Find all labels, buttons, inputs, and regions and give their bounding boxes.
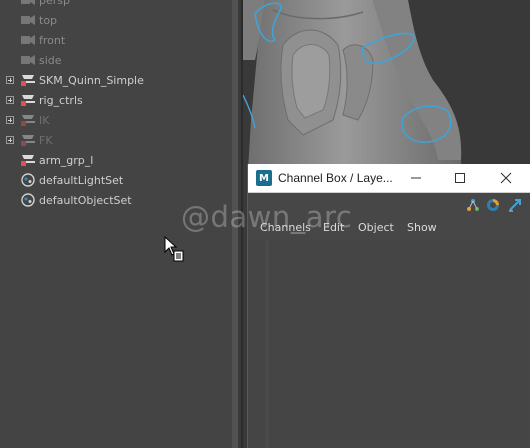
outliner-item-label: top xyxy=(39,13,58,27)
group-transform-icon xyxy=(20,112,36,128)
outliner-item-persp[interactable]: persp xyxy=(0,0,230,10)
group-transform-icon xyxy=(20,152,36,168)
set-icon xyxy=(20,192,36,208)
outliner-item-label: IK xyxy=(39,113,50,127)
group-transform-icon xyxy=(20,92,36,108)
outliner-item-label: side xyxy=(39,53,62,67)
minimize-icon xyxy=(411,177,421,179)
outliner-item-arm-grp-l[interactable]: arm_grp_l xyxy=(0,150,230,170)
outliner-item-rig-ctrls[interactable]: rig_ctrls xyxy=(0,90,230,110)
outliner-item-skm-quinn-simple[interactable]: SKM_Quinn_Simple xyxy=(0,70,230,90)
close-icon xyxy=(500,172,512,184)
menu-channels[interactable]: Channels xyxy=(260,221,311,234)
maximize-icon xyxy=(455,173,465,183)
expand-icon[interactable] xyxy=(6,116,14,124)
minimize-button[interactable] xyxy=(394,164,438,192)
outliner-item-label: SKM_Quinn_Simple xyxy=(39,73,144,87)
expand-icon[interactable] xyxy=(6,136,14,144)
attribute-editor-icon[interactable] xyxy=(508,198,522,212)
outliner-item-label: defaultLightSet xyxy=(39,173,124,187)
outliner-item-front[interactable]: front xyxy=(0,30,230,50)
layer-editor-icon[interactable] xyxy=(486,198,500,212)
outliner-item-label: persp xyxy=(39,0,70,7)
expand-icon[interactable] xyxy=(6,96,14,104)
outliner-item-fk[interactable]: FK xyxy=(0,130,230,150)
group-transform-icon xyxy=(20,72,36,88)
outliner-scrollbar[interactable] xyxy=(232,0,238,448)
outliner-item-label: defaultObjectSet xyxy=(39,193,132,207)
outliner-item-default-light-set[interactable]: defaultLightSet xyxy=(0,170,230,190)
outliner-item-label: FK xyxy=(39,133,53,147)
channel-box-menubar: Channels Edit Object Show xyxy=(248,218,530,238)
pane-splitter[interactable] xyxy=(232,0,243,448)
camera-icon xyxy=(20,12,36,28)
outliner-panel: persp top front side SKM_Quinn_Simple ri… xyxy=(0,0,232,448)
menu-show[interactable]: Show xyxy=(407,221,437,234)
maya-icon: M xyxy=(256,170,272,186)
outliner-item-top[interactable]: top xyxy=(0,10,230,30)
camera-icon xyxy=(20,52,36,68)
maximize-button[interactable] xyxy=(438,164,482,192)
outliner-item-label: front xyxy=(39,33,66,47)
window-titlebar[interactable]: M Channel Box / Laye... xyxy=(248,164,530,193)
channel-box-content[interactable] xyxy=(248,240,530,448)
set-icon xyxy=(20,172,36,188)
camera-icon xyxy=(20,0,36,8)
channel-box-toolbar xyxy=(248,193,530,217)
menu-object[interactable]: Object xyxy=(358,221,394,234)
expand-icon[interactable] xyxy=(6,76,14,84)
outliner-item-default-object-set[interactable]: defaultObjectSet xyxy=(0,190,230,210)
channel-box-window[interactable]: M Channel Box / Laye... Channels Edit Ob… xyxy=(247,164,530,448)
content-divider xyxy=(265,240,269,448)
outliner-item-ik[interactable]: IK xyxy=(0,110,230,130)
outliner-item-side[interactable]: side xyxy=(0,50,230,70)
camera-icon xyxy=(20,32,36,48)
menu-edit[interactable]: Edit xyxy=(323,221,344,234)
window-title: Channel Box / Laye... xyxy=(278,171,393,185)
outliner-item-label: arm_grp_l xyxy=(39,153,94,167)
channel-box-icon[interactable] xyxy=(466,198,480,212)
outliner-item-label: rig_ctrls xyxy=(39,93,83,107)
close-button[interactable] xyxy=(484,164,528,192)
mouse-pointer-icon xyxy=(164,236,184,262)
group-transform-icon xyxy=(20,132,36,148)
